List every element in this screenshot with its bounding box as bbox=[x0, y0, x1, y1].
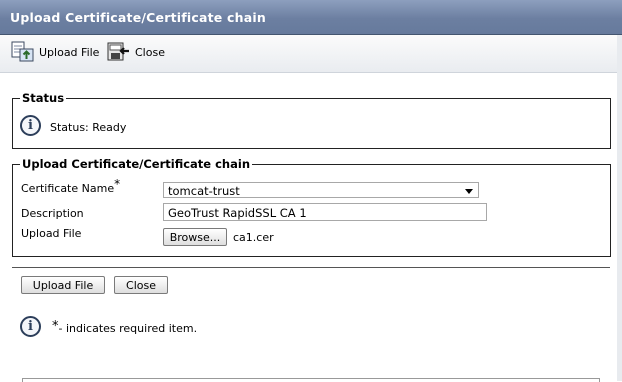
upload-file-label: Upload File bbox=[21, 227, 82, 240]
close-button[interactable]: Close bbox=[114, 276, 168, 294]
upload-file-icon bbox=[11, 41, 34, 62]
browse-button[interactable]: Browse... bbox=[163, 228, 227, 246]
right-border bbox=[617, 35, 622, 381]
upload-legend: Upload Certificate/Certificate chain bbox=[22, 157, 251, 171]
status-legend: Status bbox=[22, 91, 65, 105]
status-section: Status bbox=[12, 91, 611, 149]
status-text: Status: Ready bbox=[50, 121, 127, 134]
toolbar-upload-button[interactable]: Upload File bbox=[10, 40, 99, 64]
certificate-name-value: tomcat-trust bbox=[168, 184, 240, 198]
divider bbox=[12, 267, 610, 268]
bottom-panel bbox=[22, 378, 600, 382]
selected-file-name: ca1.cer bbox=[233, 231, 274, 244]
certificate-name-label: Certificate Name* bbox=[21, 178, 120, 195]
close-window-icon bbox=[107, 42, 129, 61]
toolbar-close-label: Close bbox=[135, 45, 165, 59]
description-label: Description bbox=[21, 207, 84, 220]
info-icon: i bbox=[20, 115, 41, 136]
certificate-name-select[interactable]: tomcat-trust bbox=[163, 182, 479, 198]
required-asterisk: * bbox=[114, 177, 121, 191]
required-note-text: - indicates required item. bbox=[58, 322, 198, 335]
certificate-name-label-text: Certificate Name bbox=[21, 182, 115, 195]
required-note: *- indicates required item. bbox=[52, 319, 197, 335]
description-input[interactable]: GeoTrust RapidSSL CA 1 bbox=[163, 203, 487, 221]
toolbar-close-button[interactable]: Close bbox=[107, 41, 165, 63]
upload-file-button[interactable]: Upload File bbox=[21, 276, 105, 294]
chevron-down-icon bbox=[465, 189, 473, 194]
toolbar-upload-label: Upload File bbox=[39, 45, 100, 59]
window-title: Upload Certificate/Certificate chain bbox=[10, 10, 266, 25]
description-value: GeoTrust RapidSSL CA 1 bbox=[168, 206, 307, 220]
info-icon: i bbox=[20, 316, 41, 337]
